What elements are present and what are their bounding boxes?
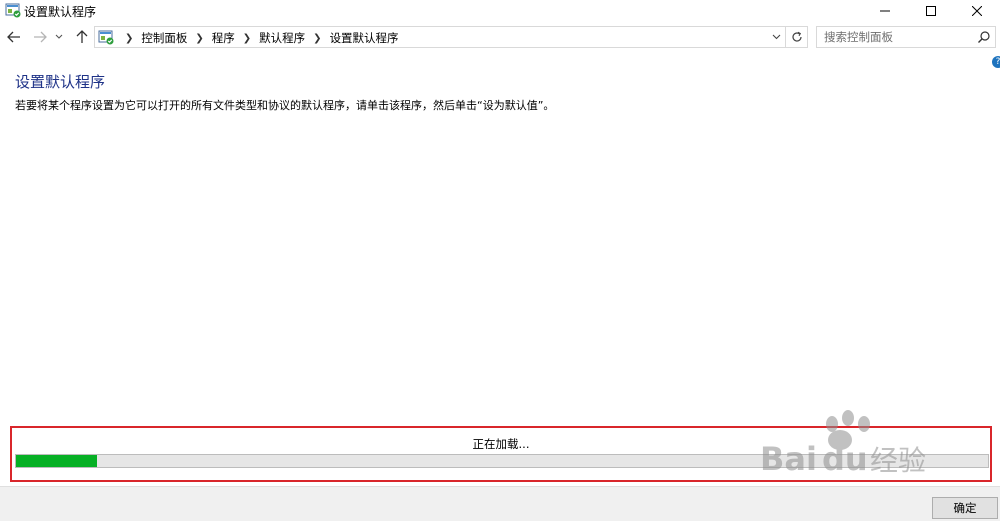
breadcrumb-item-default-programs[interactable]: 默认程序 xyxy=(259,30,305,46)
close-button[interactable] xyxy=(954,0,1000,22)
title-bar: 设置默认程序 xyxy=(0,0,1000,22)
chevron-down-icon xyxy=(772,34,780,40)
navigation-bar: ❯ 控制面板 ❯ 程序 ❯ 默认程序 ❯ 设置默认程序 xyxy=(0,22,1000,52)
ok-button[interactable]: 确定 xyxy=(932,497,998,519)
footer-bar: 确定 xyxy=(0,486,1000,521)
back-button[interactable] xyxy=(4,26,24,48)
page-description: 若要将某个程序设置为它可以打开的所有文件类型和协议的默认程序，请单击该程序，然后… xyxy=(15,99,555,112)
refresh-button[interactable] xyxy=(786,26,808,48)
address-dropdown-button[interactable] xyxy=(769,29,783,45)
help-icon[interactable]: ? xyxy=(992,56,1000,68)
control-panel-icon xyxy=(98,29,114,45)
recent-locations-button[interactable] xyxy=(52,26,66,48)
refresh-icon xyxy=(791,31,802,42)
progress-bar xyxy=(15,454,989,468)
search-box[interactable] xyxy=(816,26,996,48)
arrow-right-icon xyxy=(34,31,47,43)
search-icon[interactable] xyxy=(977,30,991,44)
maximize-button[interactable] xyxy=(908,0,954,22)
chevron-right-icon[interactable]: ❯ xyxy=(125,33,133,44)
progress-bar-fill xyxy=(16,455,97,467)
minimize-button[interactable] xyxy=(862,0,908,22)
forward-button[interactable] xyxy=(30,26,50,48)
window-title: 设置默认程序 xyxy=(24,5,97,19)
loading-highlight-frame: 正在加载... xyxy=(10,426,992,482)
page-title: 设置默认程序 xyxy=(15,73,106,91)
arrow-up-icon xyxy=(76,30,88,43)
chevron-down-icon xyxy=(55,34,63,39)
chevron-right-icon[interactable]: ❯ xyxy=(243,33,251,44)
search-input[interactable] xyxy=(817,27,973,47)
breadcrumb-item-set-default-programs[interactable]: 设置默认程序 xyxy=(330,30,399,46)
arrow-left-icon xyxy=(7,31,20,43)
up-button[interactable] xyxy=(72,26,92,48)
control-panel-icon xyxy=(5,2,21,18)
loading-text: 正在加载... xyxy=(472,437,530,451)
breadcrumb-item-programs[interactable]: 程序 xyxy=(212,30,235,46)
breadcrumb: ❯ 控制面板 ❯ 程序 ❯ 默认程序 ❯ 设置默认程序 xyxy=(117,30,399,46)
breadcrumb-item-control-panel[interactable]: 控制面板 xyxy=(141,30,187,46)
chevron-right-icon[interactable]: ❯ xyxy=(313,33,321,44)
chevron-right-icon[interactable]: ❯ xyxy=(195,33,203,44)
address-bar[interactable]: ❯ 控制面板 ❯ 程序 ❯ 默认程序 ❯ 设置默认程序 xyxy=(94,26,786,48)
